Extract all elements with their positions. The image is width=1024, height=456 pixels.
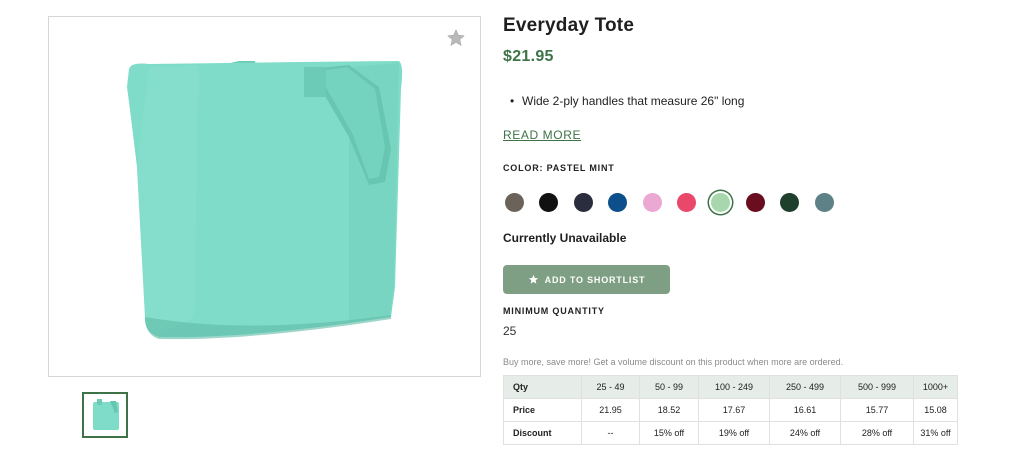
- table-header-cell: 25 - 49: [581, 375, 640, 399]
- color-swatch[interactable]: [815, 193, 834, 212]
- table-cell: 16.61: [769, 398, 841, 422]
- table-cell: 15.08: [913, 398, 958, 422]
- table-cell: 24% off: [769, 421, 841, 445]
- favorite-star-icon[interactable]: [446, 28, 466, 48]
- feature-bullet: Wide 2-ply handles that measure 26" long: [510, 94, 744, 108]
- table-cell: 18.52: [639, 398, 699, 422]
- product-image-frame[interactable]: [48, 16, 481, 377]
- table-header-cell: 100 - 249: [698, 375, 770, 399]
- table-header-cell: Qty: [503, 375, 582, 399]
- color-swatch[interactable]: [505, 193, 524, 212]
- volume-discount-note: Buy more, save more! Get a volume discou…: [503, 357, 844, 367]
- table-cell: Discount: [503, 421, 582, 445]
- table-cell: 15% off: [639, 421, 699, 445]
- table-cell: 15.77: [840, 398, 914, 422]
- add-to-shortlist-label: ADD TO SHORTLIST: [544, 274, 646, 285]
- table-header-row: Qty 25 - 49 50 - 99 100 - 249 250 - 499 …: [503, 375, 958, 399]
- table-cell: 31% off: [913, 421, 958, 445]
- product-price: $21.95: [503, 48, 554, 65]
- color-swatch[interactable]: [643, 193, 662, 212]
- add-to-shortlist-button[interactable]: ADD TO SHORTLIST: [503, 265, 670, 294]
- table-cell: 28% off: [840, 421, 914, 445]
- color-swatch[interactable]: [780, 193, 799, 212]
- color-swatch[interactable]: [746, 193, 765, 212]
- read-more-link[interactable]: READ MORE: [503, 128, 581, 142]
- table-row: Price 21.95 18.52 17.67 16.61 15.77 15.0…: [503, 398, 958, 422]
- tote-bag-image: [127, 61, 403, 340]
- table-header-cell: 500 - 999: [840, 375, 914, 399]
- table-cell: 21.95: [581, 398, 640, 422]
- table-cell: 19% off: [698, 421, 770, 445]
- tote-thumbnail-image: [93, 399, 119, 430]
- color-swatch[interactable]: [608, 193, 627, 212]
- color-swatch[interactable]: [574, 193, 593, 212]
- star-icon: [528, 274, 538, 284]
- availability-status: Currently Unavailable: [503, 231, 627, 245]
- table-cell: 17.67: [698, 398, 770, 422]
- volume-pricing-table: Qty 25 - 49 50 - 99 100 - 249 250 - 499 …: [503, 375, 958, 445]
- color-swatch[interactable]: [711, 193, 730, 212]
- table-row: Discount -- 15% off 19% off 24% off 28% …: [503, 421, 958, 445]
- minimum-quantity-value: 25: [503, 324, 517, 338]
- table-cell: Price: [503, 398, 582, 422]
- table-header-cell: 250 - 499: [769, 375, 841, 399]
- product-title: Everyday Tote: [503, 15, 635, 36]
- table-header-cell: 50 - 99: [639, 375, 699, 399]
- color-swatch[interactable]: [539, 193, 558, 212]
- minimum-quantity-label: MINIMUM QUANTITY: [503, 306, 605, 316]
- table-header-cell: 1000+: [913, 375, 958, 399]
- table-cell: --: [581, 421, 640, 445]
- color-swatch[interactable]: [677, 193, 696, 212]
- product-thumbnail[interactable]: [82, 392, 128, 438]
- color-label: COLOR: PASTEL MINT: [503, 163, 615, 173]
